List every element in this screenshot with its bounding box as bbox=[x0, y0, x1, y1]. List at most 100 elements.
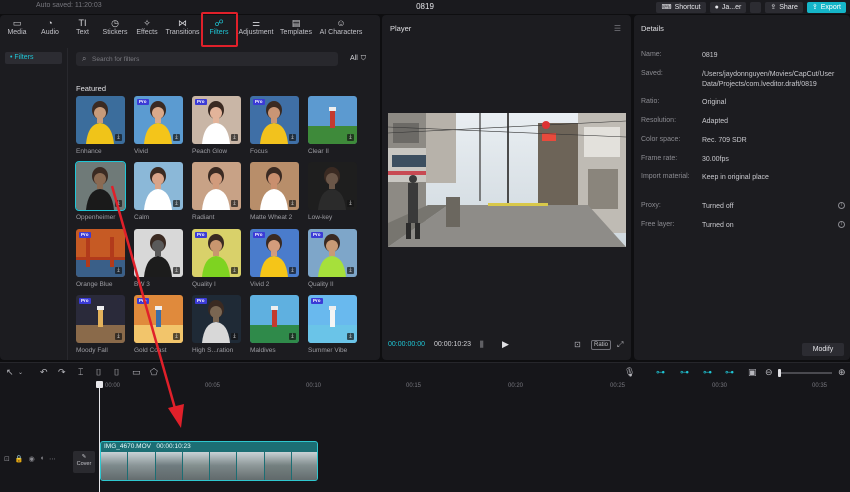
ratio-button[interactable]: Ratio bbox=[591, 340, 612, 350]
filter-thumbnail[interactable]: Pro ⤓ bbox=[76, 295, 125, 343]
tab-ai-characters[interactable]: ☺ AI Characters bbox=[316, 15, 366, 41]
waveform-icon[interactable]: ⫼ bbox=[480, 340, 484, 350]
detail-value[interactable]: Turned off bbox=[702, 202, 848, 212]
download-icon[interactable]: ⤓ bbox=[231, 200, 238, 207]
tab-stickers[interactable]: ◷ Stickers bbox=[99, 15, 131, 41]
delete-icon[interactable]: ▭ bbox=[132, 367, 141, 378]
tab-adjustment[interactable]: ⚌ Adjustment bbox=[236, 15, 276, 41]
download-icon[interactable]: ⤓ bbox=[289, 333, 296, 340]
filter-thumbnail[interactable]: Pro ⤓ bbox=[134, 295, 183, 343]
picture-icon[interactable]: ▣ bbox=[748, 367, 757, 378]
tab-media[interactable]: ▭ Media bbox=[0, 15, 34, 41]
filter-thumbnail[interactable]: Pro ⤓ bbox=[308, 295, 357, 343]
filter-thumbnail[interactable]: ⤓ bbox=[250, 295, 299, 343]
download-icon[interactable]: ⤓ bbox=[115, 333, 122, 340]
zoom-in-icon[interactable]: ⊕ bbox=[838, 367, 846, 378]
undo-icon[interactable]: ↶ bbox=[40, 367, 48, 378]
filter-thumbnail[interactable]: Pro ⤓ bbox=[192, 295, 241, 343]
filter-thumbnail[interactable]: ⤓ bbox=[308, 162, 357, 210]
download-icon[interactable]: ⤓ bbox=[231, 333, 238, 340]
shortcut-button[interactable]: ⌨ Shortcut bbox=[656, 1, 706, 13]
tab-transitions[interactable]: ⋈ Transitions bbox=[163, 15, 202, 41]
chevron-down-icon[interactable]: ⌄ bbox=[18, 369, 23, 376]
download-icon[interactable]: ⤓ bbox=[115, 134, 122, 141]
menu-icon[interactable]: ☰ bbox=[614, 24, 621, 33]
download-icon[interactable]: ⤓ bbox=[289, 267, 296, 274]
preview-axis-icon[interactable]: ⊶ bbox=[725, 367, 734, 378]
download-icon[interactable]: ⤓ bbox=[173, 333, 180, 340]
filter-thumbnail[interactable]: ⤓ bbox=[192, 162, 241, 210]
time-ruler[interactable]: 00:00 00:05 00:10 00:15 00:20 00:25 00:3… bbox=[100, 383, 850, 395]
split-icon[interactable]: ⌶ bbox=[78, 367, 83, 378]
zoom-slider[interactable] bbox=[780, 372, 832, 374]
detail-value[interactable]: Turned on bbox=[702, 221, 848, 231]
download-icon[interactable]: ⤓ bbox=[115, 267, 122, 274]
layout-button[interactable] bbox=[750, 1, 762, 13]
playhead-handle[interactable] bbox=[96, 381, 103, 388]
tab-audio[interactable]: ◔ Audio bbox=[34, 15, 66, 41]
trim-left-icon[interactable]: ⌷ bbox=[96, 367, 101, 378]
filter-thumbnail[interactable]: Pro ⤓ bbox=[308, 229, 357, 277]
effects-icon: ✧ bbox=[143, 18, 151, 28]
modify-button[interactable]: Modify bbox=[802, 343, 844, 356]
filter-thumbnail[interactable]: ⤓ bbox=[308, 96, 357, 144]
download-icon[interactable]: ⤓ bbox=[231, 134, 238, 141]
tab-text[interactable]: TI Text bbox=[66, 15, 99, 41]
all-filter-dropdown[interactable]: All ⛉ bbox=[344, 52, 372, 66]
filter-thumbnail[interactable]: Pro ⤓ bbox=[192, 229, 241, 277]
download-icon[interactable]: ⤓ bbox=[173, 267, 180, 274]
lock-icon[interactable]: 🔒 bbox=[15, 455, 24, 463]
share-button[interactable]: ⇪ Share bbox=[765, 1, 803, 13]
filter-thumbnail[interactable]: ⤓ bbox=[75, 161, 126, 211]
redo-icon[interactable]: ↷ bbox=[58, 367, 66, 378]
filter-thumbnail[interactable]: Pro ⤓ bbox=[134, 96, 183, 144]
link-main-track-icon[interactable]: ⊶ bbox=[656, 367, 665, 378]
download-icon[interactable]: ⤓ bbox=[173, 134, 180, 141]
info-icon[interactable]: i bbox=[838, 221, 845, 228]
cover-button[interactable]: ✎ Cover bbox=[73, 451, 95, 473]
download-icon[interactable]: ⤓ bbox=[115, 200, 122, 207]
download-icon[interactable]: ⤓ bbox=[347, 134, 354, 141]
download-icon[interactable]: ⤓ bbox=[347, 267, 354, 274]
microphone-icon[interactable]: 🎙 bbox=[624, 367, 635, 378]
visibility-icon[interactable]: ◉ bbox=[29, 455, 35, 463]
user-button[interactable]: ● Ja...er bbox=[709, 1, 747, 13]
filter-thumbnail[interactable]: Pro ⤓ bbox=[76, 229, 125, 277]
filter-thumbnail[interactable]: ⤓ bbox=[134, 162, 183, 210]
download-icon[interactable]: ⤓ bbox=[289, 134, 296, 141]
detail-key: Ratio: bbox=[641, 98, 660, 105]
fit-screen-icon[interactable]: ⊡ bbox=[574, 340, 581, 349]
zoom-slider-handle[interactable] bbox=[778, 369, 781, 377]
trim-right-icon[interactable]: ⌷ bbox=[114, 367, 119, 378]
magnet-icon[interactable]: ⊶ bbox=[680, 367, 689, 378]
filter-thumbnail[interactable]: Pro ⤓ bbox=[250, 96, 299, 144]
info-icon[interactable]: i bbox=[838, 202, 845, 209]
filter-thumbnail[interactable]: Pro ⤓ bbox=[192, 96, 241, 144]
playhead-line[interactable] bbox=[99, 383, 100, 492]
filter-thumbnail[interactable]: ⤓ bbox=[76, 96, 125, 144]
track-settings-icon[interactable]: ⊡ bbox=[4, 455, 10, 463]
marker-icon[interactable]: ⬠ bbox=[150, 367, 158, 378]
audio-mute-icon[interactable]: ◖ bbox=[40, 455, 44, 463]
download-icon[interactable]: ⤓ bbox=[347, 200, 354, 207]
fullscreen-icon[interactable]: ⤢ bbox=[617, 340, 623, 350]
tab-filters[interactable]: ☍ Filters bbox=[202, 15, 236, 41]
sidebar-item-filters[interactable]: • Filters bbox=[5, 52, 62, 64]
export-button[interactable]: ⇪ Export bbox=[806, 1, 846, 13]
video-clip[interactable]: IMG_4670.MOV 00:00:10:23 bbox=[100, 441, 318, 481]
link-icon[interactable]: ⊶ bbox=[703, 367, 712, 378]
download-icon[interactable]: ⤓ bbox=[347, 333, 354, 340]
tab-templates[interactable]: ▤ Templates bbox=[276, 15, 316, 41]
select-cursor-icon[interactable]: ↖ bbox=[6, 367, 14, 378]
search-input[interactable] bbox=[92, 53, 332, 65]
zoom-out-icon[interactable]: ⊖ bbox=[765, 367, 773, 378]
more-icon[interactable]: ⋯ bbox=[49, 455, 56, 463]
filter-thumbnail[interactable]: Pro ⤓ bbox=[250, 229, 299, 277]
play-icon[interactable]: ▶ bbox=[502, 339, 509, 350]
download-icon[interactable]: ⤓ bbox=[173, 200, 180, 207]
download-icon[interactable]: ⤓ bbox=[231, 267, 238, 274]
filter-thumbnail[interactable]: ⤓ bbox=[250, 162, 299, 210]
filter-thumbnail[interactable]: ⤓ bbox=[134, 229, 183, 277]
tab-effects[interactable]: ✧ Effects bbox=[131, 15, 163, 41]
download-icon[interactable]: ⤓ bbox=[289, 200, 296, 207]
